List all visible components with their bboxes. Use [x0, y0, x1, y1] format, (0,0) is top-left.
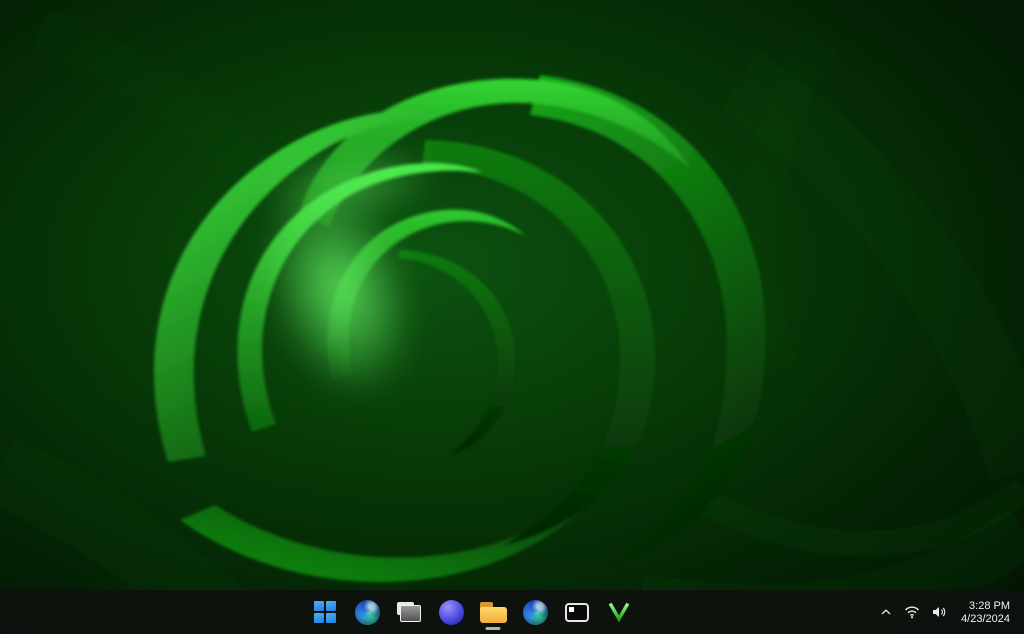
system-tray: 3:28 PM 4/23/2024: [874, 590, 1018, 634]
edge-browser-icon: [523, 600, 548, 625]
blue-app-button[interactable]: [431, 592, 471, 632]
desktop[interactable]: 3:28 PM 4/23/2024: [0, 0, 1024, 634]
blue-sphere-icon: [439, 600, 464, 625]
speaker-icon: [931, 605, 947, 619]
window-app-button[interactable]: [389, 592, 429, 632]
taskbar: 3:28 PM 4/23/2024: [0, 590, 1024, 634]
clock[interactable]: 3:28 PM 4/23/2024: [953, 595, 1018, 630]
network-button[interactable]: [899, 599, 925, 625]
gray-window-icon: [397, 602, 421, 622]
volume-button[interactable]: [926, 599, 952, 625]
edge-browser-button-2[interactable]: [515, 592, 555, 632]
terminal-icon: [565, 603, 589, 622]
tray-chevron-button[interactable]: [874, 600, 898, 624]
clock-time: 3:28 PM: [969, 600, 1010, 612]
running-indicator: [486, 627, 501, 630]
wifi-icon: [904, 605, 920, 619]
wallpaper-bloom-green: [0, 0, 1024, 634]
start-button[interactable]: [305, 592, 345, 632]
terminal-button[interactable]: [557, 592, 597, 632]
edge-browser-button[interactable]: [347, 592, 387, 632]
file-explorer-button[interactable]: [473, 592, 513, 632]
windows-logo-icon: [314, 601, 336, 623]
chevron-up-icon: [879, 606, 893, 618]
taskbar-app-icons: [305, 592, 639, 632]
folder-icon: [480, 602, 507, 623]
green-v-app-button[interactable]: [599, 592, 639, 632]
clock-date: 4/23/2024: [961, 613, 1010, 625]
green-chevron-icon: [607, 601, 631, 623]
edge-browser-icon: [355, 600, 380, 625]
